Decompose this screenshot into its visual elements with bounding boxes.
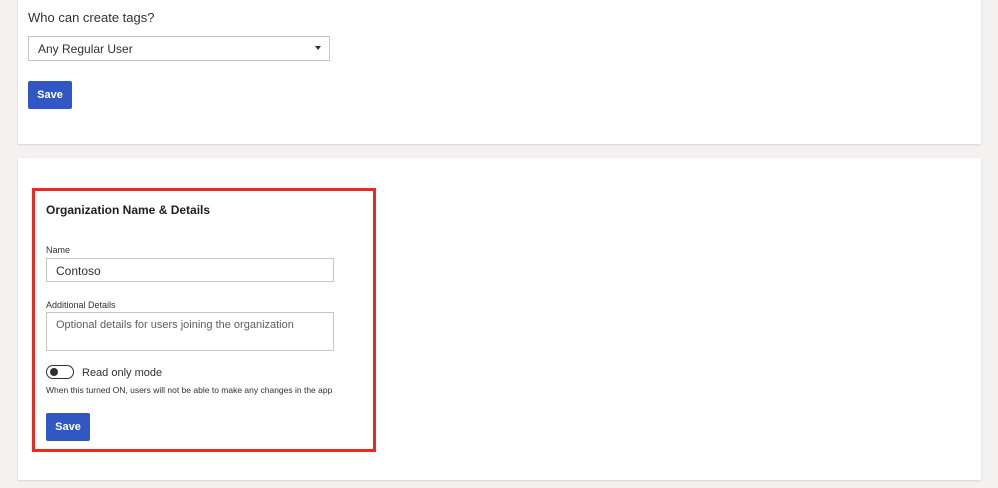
- section-title: Organization Name & Details: [46, 203, 211, 217]
- read-only-label: Read only mode: [82, 367, 163, 379]
- read-only-help-text: When this turned ON, users will not be a…: [46, 385, 333, 395]
- save-organization-button[interactable]: Save: [46, 413, 90, 441]
- tag-creator-dropdown[interactable]: Any Regular User: [28, 36, 330, 61]
- name-input-value: Contoso: [56, 264, 101, 278]
- details-placeholder: Optional details for users joining the o…: [56, 319, 294, 331]
- name-label: Name: [46, 245, 71, 255]
- dropdown-selected-value: Any Regular User: [38, 42, 133, 56]
- who-can-create-tags-label: Who can create tags?: [28, 10, 155, 25]
- read-only-toggle[interactable]: [46, 365, 74, 379]
- save-tags-button[interactable]: Save: [28, 81, 72, 109]
- organization-name-input[interactable]: Contoso: [46, 258, 334, 282]
- additional-details-label: Additional Details: [46, 300, 116, 310]
- caret-down-icon: [315, 46, 321, 50]
- additional-details-textarea[interactable]: Optional details for users joining the o…: [46, 312, 334, 351]
- toggle-knob: [50, 368, 58, 376]
- tags-settings-card: [18, 0, 981, 144]
